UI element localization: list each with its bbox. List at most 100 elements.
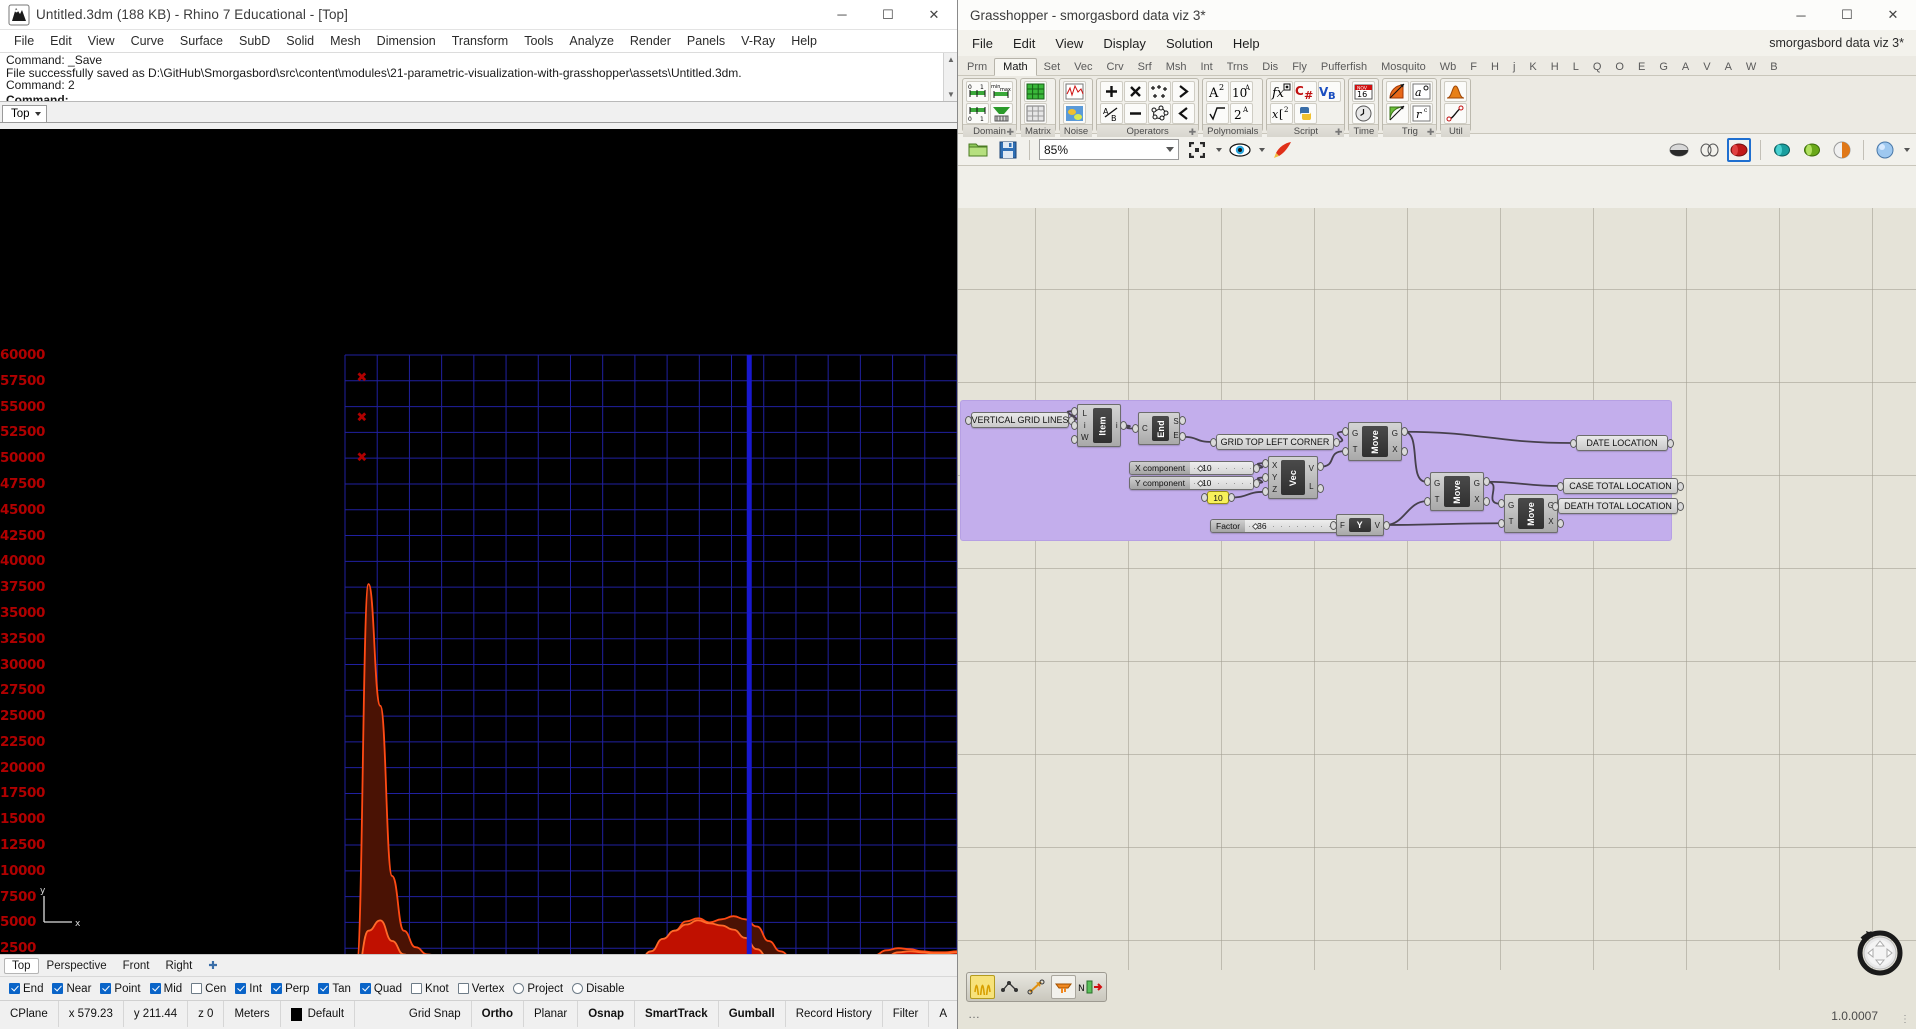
- slider-y-component[interactable]: Y component10: [1129, 476, 1254, 490]
- node-path-icon[interactable]: [997, 975, 1022, 999]
- wireframe-icon[interactable]: [1697, 138, 1721, 162]
- gh-tab-srf-5[interactable]: Srf: [1131, 59, 1159, 75]
- component-item-in-port-i[interactable]: [1071, 421, 1078, 430]
- component-unit-y[interactable]: FYV: [1336, 514, 1384, 536]
- component-body[interactable]: LiWItemi: [1077, 404, 1121, 447]
- status-osnap[interactable]: Osnap: [578, 1001, 635, 1027]
- gh-tab-mosquito-12[interactable]: Mosquito: [1374, 59, 1433, 75]
- rhino-minimize-button[interactable]: ─: [819, 0, 865, 30]
- panel-death-total-location-out-port-[interactable]: [1677, 502, 1684, 511]
- gh-tab-prm-0[interactable]: Prm: [960, 59, 994, 75]
- gh-menu-view[interactable]: View: [1045, 33, 1093, 54]
- rhino-menu-dimension[interactable]: Dimension: [369, 32, 444, 50]
- panel-grid-top-left-corner-in-port-[interactable]: [1210, 438, 1217, 447]
- slider-factor[interactable]: Factor36: [1210, 519, 1340, 533]
- addition-icon[interactable]: [1100, 81, 1123, 102]
- bake-orange-icon[interactable]: [1051, 975, 1076, 999]
- rhino-command-area[interactable]: Command: _Save File successfully saved a…: [0, 52, 957, 102]
- osnap-int[interactable]: Int: [232, 983, 265, 995]
- rhino-maximize-button[interactable]: ☐: [865, 0, 911, 30]
- component-move-2[interactable]: GTMoveGX: [1430, 472, 1484, 511]
- rhino-menu-mesh[interactable]: Mesh: [322, 32, 369, 50]
- gh-menu-solution[interactable]: Solution: [1156, 33, 1223, 54]
- component-body[interactable]: XYZVecVL: [1268, 456, 1318, 499]
- gh-tab-e-22[interactable]: E: [1631, 59, 1652, 75]
- component-item-in-port-l[interactable]: [1071, 407, 1078, 416]
- component-move-2-in-port-t[interactable]: [1424, 497, 1431, 506]
- save-disk-icon[interactable]: [996, 138, 1020, 162]
- domain-components-icon[interactable]: 01: [966, 103, 989, 124]
- component-vector-xyz-out-port-l[interactable]: [1317, 484, 1324, 493]
- panel-vertical-grid-lines[interactable]: VERTICAL GRID LINES: [971, 412, 1069, 428]
- checkbox-icon[interactable]: [235, 983, 246, 994]
- component-unit-y-out-port-v[interactable]: [1383, 521, 1390, 530]
- command-prompt[interactable]: Command:: [6, 92, 953, 102]
- osnap-disable[interactable]: Disable: [569, 983, 627, 995]
- gh-tab-o-21[interactable]: O: [1608, 59, 1631, 75]
- number-z-value-out-port-[interactable]: [1228, 493, 1235, 502]
- viewport-tab-top[interactable]: Top: [4, 958, 39, 974]
- checkbox-icon[interactable]: [271, 983, 282, 994]
- gh-menu-edit[interactable]: Edit: [1003, 33, 1045, 54]
- osnap-mid[interactable]: Mid: [147, 983, 186, 995]
- status-smarttrack[interactable]: SmartTrack: [635, 1001, 719, 1027]
- rhino-menu-solid[interactable]: Solid: [278, 32, 322, 50]
- degrees-alpha-icon[interactable]: a: [1410, 81, 1433, 102]
- rhino-menu-tools[interactable]: Tools: [516, 32, 561, 50]
- component-body[interactable]: GTMoveGX: [1504, 494, 1558, 533]
- osnap-cen[interactable]: Cen: [188, 983, 229, 995]
- expand-group-icon[interactable]: ✚: [1006, 126, 1014, 139]
- mass-multiplication-icon[interactable]: [1148, 103, 1171, 124]
- rhino-menu-panels[interactable]: Panels: [679, 32, 733, 50]
- status-record-history[interactable]: Record History: [786, 1001, 883, 1027]
- panel-grid-top-left-corner[interactable]: GRID TOP LEFT CORNER: [1216, 434, 1334, 450]
- scroll-down-icon[interactable]: ▼: [947, 90, 955, 99]
- status-planar[interactable]: Planar: [524, 1001, 578, 1027]
- status-grid-snap[interactable]: Grid Snap: [399, 1001, 472, 1027]
- zoom-extents-icon[interactable]: [1185, 138, 1209, 162]
- checkbox-icon[interactable]: [411, 983, 422, 994]
- gh-tab-vec-3[interactable]: Vec: [1067, 59, 1099, 75]
- gh-tab-msh-6[interactable]: Msh: [1159, 59, 1194, 75]
- component-move-1-in-port-t[interactable]: [1342, 447, 1349, 456]
- shaded-red-icon[interactable]: [1727, 138, 1751, 162]
- eye-preview-icon[interactable]: [1228, 138, 1252, 162]
- radians-icon[interactable]: rc: [1410, 103, 1433, 124]
- arrow-point-icon[interactable]: [1024, 975, 1049, 999]
- rhino-close-button[interactable]: ✕: [911, 0, 957, 30]
- component-unit-y-in-port-f[interactable]: [1330, 521, 1337, 530]
- scroll-up-icon[interactable]: ▲: [947, 55, 955, 64]
- component-body[interactable]: GTMoveGX: [1348, 422, 1402, 461]
- gh-tab-int-7[interactable]: Int: [1193, 59, 1219, 75]
- panel-vertical-grid-lines-in-port-[interactable]: [965, 416, 972, 425]
- rhino-viewport[interactable]: 6000057500550005250050000475004500042500…: [0, 129, 957, 954]
- component-body[interactable]: CEndSE: [1138, 412, 1180, 445]
- component-vector-xyz[interactable]: XYZVecVL: [1268, 456, 1318, 499]
- gh-maximize-button[interactable]: ☐: [1824, 0, 1870, 30]
- gh-tab-j-16[interactable]: j: [1506, 59, 1522, 75]
- matrix-grey-grid-icon[interactable]: [1024, 103, 1047, 124]
- resize-grip-icon[interactable]: ⋮: [1900, 1014, 1910, 1025]
- smaller-than-icon[interactable]: [1172, 103, 1195, 124]
- checkbox-icon[interactable]: [318, 983, 329, 994]
- vb-script-icon[interactable]: VB: [1318, 81, 1341, 102]
- two-power-icon[interactable]: 2A: [1230, 103, 1253, 124]
- ten-power-icon[interactable]: 10A: [1230, 81, 1253, 102]
- csharp-script-icon[interactable]: C#: [1294, 81, 1317, 102]
- checkbox-icon[interactable]: [52, 983, 63, 994]
- rhino-menu-view[interactable]: View: [80, 32, 123, 50]
- component-move-2-out-port-x[interactable]: [1483, 497, 1490, 506]
- noise-perlin-icon[interactable]: [1063, 103, 1086, 124]
- checkbox-icon[interactable]: [360, 983, 371, 994]
- status-absolute[interactable]: A: [929, 1001, 957, 1027]
- gh-tab-pufferfish-11[interactable]: Pufferfish: [1314, 59, 1374, 75]
- component-body[interactable]: GTMoveGX: [1430, 472, 1484, 511]
- slider-x-component-out-port-[interactable]: [1253, 464, 1260, 473]
- chevron-down-icon[interactable]: [1216, 148, 1222, 152]
- division-icon[interactable]: AB: [1100, 103, 1123, 124]
- rhino-menu-surface[interactable]: Surface: [172, 32, 231, 50]
- rhino-menu-subd[interactable]: SubD: [231, 32, 278, 50]
- checkbox-icon[interactable]: [100, 983, 111, 994]
- status-ortho[interactable]: Ortho: [472, 1001, 524, 1027]
- noise-graph-icon[interactable]: [1063, 81, 1086, 102]
